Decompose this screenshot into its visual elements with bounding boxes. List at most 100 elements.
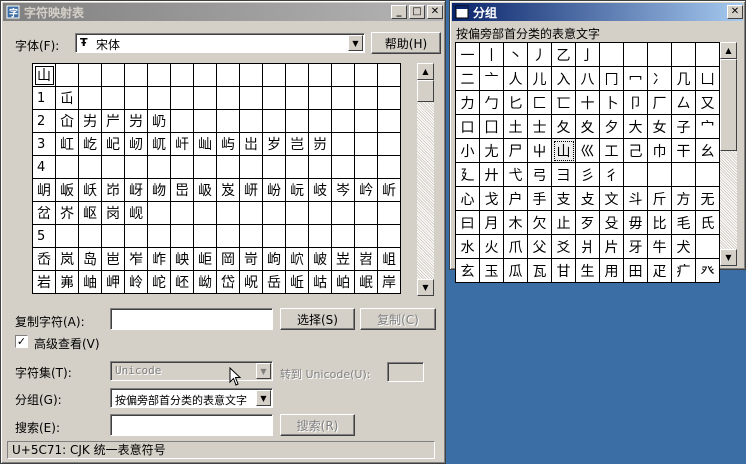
character-cell[interactable]: 2: [33, 110, 56, 133]
radical-cell[interactable]: [696, 43, 720, 67]
character-cell[interactable]: 岵: [309, 271, 332, 294]
character-cell[interactable]: 岔: [33, 202, 56, 225]
character-cell[interactable]: [125, 156, 148, 179]
search-button[interactable]: 搜索(R): [280, 414, 355, 436]
character-cell[interactable]: [171, 110, 194, 133]
scroll-down-icon[interactable]: ▼: [720, 249, 737, 266]
radical-cell[interactable]: 文: [600, 187, 624, 211]
radical-cell[interactable]: 乙: [552, 43, 576, 67]
character-cell[interactable]: 屴: [79, 110, 102, 133]
radical-cell[interactable]: 匸: [552, 91, 576, 115]
character-cell[interactable]: [332, 133, 355, 156]
radical-cell[interactable]: 父: [528, 235, 552, 259]
font-select[interactable]: Ŧ 宋体 ▼: [75, 33, 365, 53]
radical-cell[interactable]: 田: [624, 259, 648, 283]
character-cell[interactable]: [240, 156, 263, 179]
character-cell[interactable]: 岑: [332, 179, 355, 202]
character-cell[interactable]: [102, 64, 125, 87]
radical-cell[interactable]: [672, 163, 696, 187]
character-cell[interactable]: 岄: [33, 179, 56, 202]
radical-cell[interactable]: 亠: [480, 67, 504, 91]
character-cell[interactable]: [378, 87, 401, 110]
radical-cell[interactable]: 殳: [600, 211, 624, 235]
radical-cell[interactable]: 毋: [624, 211, 648, 235]
radical-cell[interactable]: 冂: [600, 67, 624, 91]
radical-cell[interactable]: 小: [456, 139, 480, 163]
character-cell[interactable]: [309, 202, 332, 225]
radical-cell[interactable]: 宀: [696, 115, 720, 139]
character-cell[interactable]: 岯: [171, 271, 194, 294]
radical-cell[interactable]: 无: [696, 187, 720, 211]
character-cell[interactable]: [332, 110, 355, 133]
radical-cell[interactable]: 用: [600, 259, 624, 283]
radical-cell[interactable]: 瓦: [528, 259, 552, 283]
character-cell[interactable]: [171, 156, 194, 179]
character-cell[interactable]: 岒: [355, 179, 378, 202]
character-cell[interactable]: [378, 225, 401, 248]
character-cell[interactable]: 岸: [378, 271, 401, 294]
character-cell[interactable]: 屳: [56, 110, 79, 133]
character-cell[interactable]: 岣: [263, 248, 286, 271]
character-cell[interactable]: [171, 87, 194, 110]
radical-cell[interactable]: 彐: [552, 163, 576, 187]
character-cell[interactable]: [378, 156, 401, 179]
radical-cell[interactable]: 歹: [576, 211, 600, 235]
radical-cell[interactable]: 毛: [672, 211, 696, 235]
character-cell[interactable]: [148, 225, 171, 248]
character-cell[interactable]: [125, 64, 148, 87]
character-cell[interactable]: [286, 202, 309, 225]
radical-cell[interactable]: [648, 43, 672, 67]
character-cell[interactable]: 岃: [309, 133, 332, 156]
character-cell[interactable]: 岴: [286, 271, 309, 294]
character-cell[interactable]: 岧: [355, 248, 378, 271]
scroll-thumb[interactable]: [720, 59, 737, 151]
character-cell[interactable]: 岍: [240, 179, 263, 202]
character-cell[interactable]: 屻: [125, 133, 148, 156]
character-cell[interactable]: [355, 87, 378, 110]
character-cell[interactable]: 岂: [286, 133, 309, 156]
character-cell[interactable]: 岇: [102, 179, 125, 202]
radical-cell[interactable]: 廾: [480, 163, 504, 187]
radical-grid[interactable]: 一丨丶丿乙亅二亠人儿入八冂冖冫几凵力勹匕匚匸十卜卩厂厶又口囗土士夂夊夕大女子宀小…: [455, 42, 720, 283]
character-cell[interactable]: 屽: [171, 133, 194, 156]
character-cell[interactable]: 岥: [309, 248, 332, 271]
radical-cell[interactable]: 彡: [576, 163, 600, 187]
character-cell[interactable]: 屵: [102, 110, 125, 133]
character-cell[interactable]: [378, 64, 401, 87]
radical-cell[interactable]: 勹: [480, 91, 504, 115]
character-cell[interactable]: [79, 64, 102, 87]
radical-cell[interactable]: 氏: [696, 211, 720, 235]
character-cell[interactable]: [332, 156, 355, 179]
radical-cell[interactable]: 爻: [552, 235, 576, 259]
character-cell[interactable]: [217, 87, 240, 110]
radical-cell[interactable]: 女: [648, 115, 672, 139]
character-cell[interactable]: 岜: [102, 248, 125, 271]
radical-cell[interactable]: 手: [528, 187, 552, 211]
radical-cell[interactable]: 冖: [624, 67, 648, 91]
radical-cell[interactable]: 甘: [552, 259, 576, 283]
character-cell[interactable]: [263, 156, 286, 179]
maximize-icon[interactable]: □: [409, 5, 425, 19]
character-cell[interactable]: 岢: [240, 248, 263, 271]
radical-cell[interactable]: 口: [456, 115, 480, 139]
character-cell[interactable]: 3: [33, 133, 56, 156]
goto-unicode-input[interactable]: [387, 362, 424, 382]
radical-cell[interactable]: 凵: [696, 67, 720, 91]
character-cell[interactable]: 屾: [194, 133, 217, 156]
character-cell[interactable]: 岓: [378, 179, 401, 202]
character-cell[interactable]: 岘: [125, 202, 148, 225]
character-cell[interactable]: [79, 87, 102, 110]
radical-cell[interactable]: 力: [456, 91, 480, 115]
character-cell[interactable]: 岚: [56, 248, 79, 271]
character-cell[interactable]: 岛: [79, 248, 102, 271]
radical-cell[interactable]: [648, 163, 672, 187]
character-cell[interactable]: 岎: [263, 179, 286, 202]
radical-cell[interactable]: 匕: [504, 91, 528, 115]
radical-cell[interactable]: 冫: [648, 67, 672, 91]
radical-cell[interactable]: 儿: [528, 67, 552, 91]
character-cell[interactable]: [125, 87, 148, 110]
character-cell[interactable]: [240, 64, 263, 87]
character-cell[interactable]: 岖: [79, 202, 102, 225]
character-cell[interactable]: 1: [33, 87, 56, 110]
radical-cell[interactable]: 爿: [576, 235, 600, 259]
